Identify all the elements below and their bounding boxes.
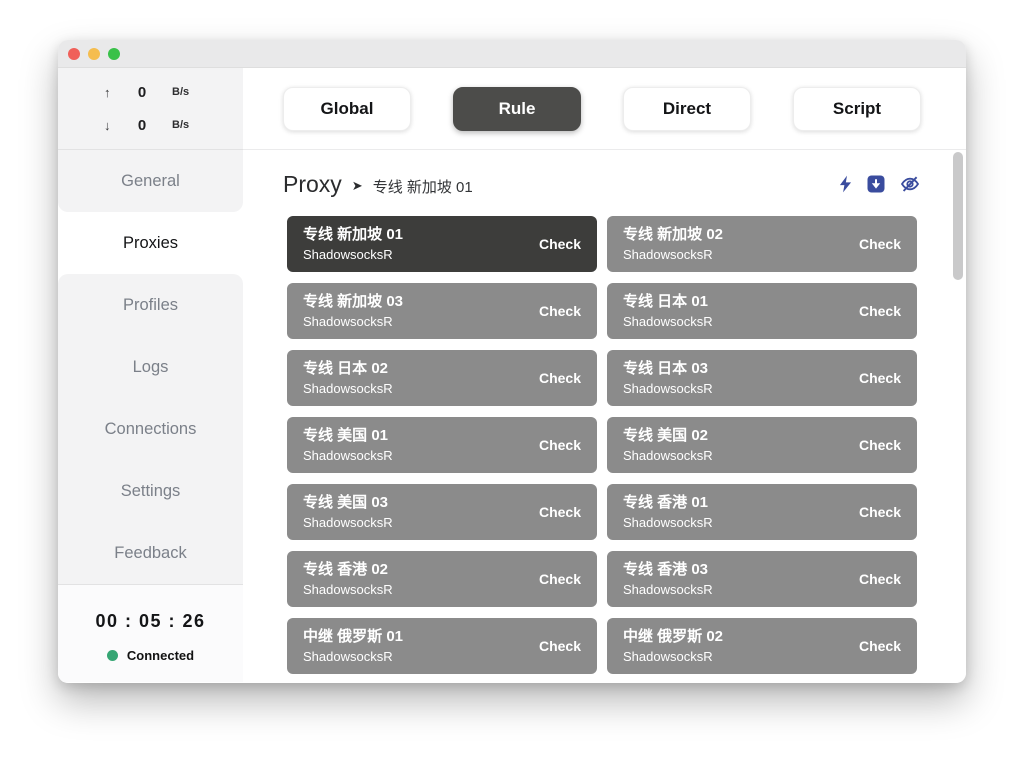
eye-off-icon[interactable]	[900, 175, 920, 193]
download-speed-row: ↓ 0 B/s	[104, 117, 243, 134]
mode-switcher: Global Rule Direct Script	[243, 68, 966, 150]
app-window: ↑ 0 B/s ↓ 0 B/s General Pr	[58, 40, 966, 683]
check-button[interactable]: Check	[859, 437, 901, 453]
check-button[interactable]: Check	[859, 638, 901, 654]
selected-proxy-label: 专线 新加坡 01	[373, 176, 473, 197]
upload-arrow-icon: ↑	[104, 85, 124, 100]
proxy-group-header: Proxy ➤ 专线 新加坡 01	[243, 150, 966, 198]
proxy-card[interactable]: 专线 日本 02 ShadowsocksR Check	[287, 350, 597, 406]
upload-speed-unit: B/s	[172, 86, 189, 98]
proxy-card[interactable]: 专线 美国 02 ShadowsocksR Check	[607, 417, 917, 473]
sidebar-item-label: Logs	[133, 358, 169, 377]
sidebar-item-label: Profiles	[123, 296, 178, 315]
proxy-card[interactable]: 专线 日本 01 ShadowsocksR Check	[607, 283, 917, 339]
sidebar-item[interactable]: General	[58, 150, 243, 212]
scrollbar-thumb[interactable]	[953, 152, 963, 280]
group-title: Proxy	[283, 171, 342, 198]
proxy-card[interactable]: 专线 新加坡 02 ShadowsocksR Check	[607, 216, 917, 272]
sidebar-nav: General Proxies Profiles Logs	[58, 150, 243, 584]
download-arrow-icon: ↓	[104, 118, 124, 133]
minimize-button[interactable]	[88, 48, 100, 60]
check-button[interactable]: Check	[539, 437, 581, 453]
connection-timer: 00 : 05 : 26	[95, 611, 205, 632]
download-speed-unit: B/s	[172, 119, 189, 131]
check-button[interactable]: Check	[859, 370, 901, 386]
window-body: ↑ 0 B/s ↓ 0 B/s General Pr	[58, 68, 966, 682]
sidebar-item-label: General	[121, 172, 180, 191]
check-button[interactable]: Check	[859, 303, 901, 319]
check-button[interactable]: Check	[539, 236, 581, 252]
sidebar-item-label: Settings	[121, 482, 181, 501]
check-button[interactable]: Check	[859, 571, 901, 587]
check-button[interactable]: Check	[539, 303, 581, 319]
status-label: Connected	[127, 648, 194, 663]
proxy-card[interactable]: 专线 香港 03 ShadowsocksR Check	[607, 551, 917, 607]
sidebar-item[interactable]: Feedback	[58, 522, 243, 584]
breadcrumb-arrow-icon: ➤	[352, 178, 363, 194]
check-button[interactable]: Check	[859, 504, 901, 520]
upload-speed-row: ↑ 0 B/s	[104, 84, 243, 101]
sidebar-item[interactable]: Profiles	[58, 274, 243, 336]
close-button[interactable]	[68, 48, 80, 60]
sidebar-item-label: Connections	[105, 420, 197, 439]
mode-button[interactable]: Script	[793, 87, 921, 131]
proxy-card[interactable]: 专线 日本 03 ShadowsocksR Check	[607, 350, 917, 406]
proxy-card[interactable]: 专线 美国 03 ShadowsocksR Check	[287, 484, 597, 540]
proxy-card[interactable]: 专线 新加坡 03 ShadowsocksR Check	[287, 283, 597, 339]
download-speed-value: 0	[124, 117, 160, 134]
proxy-card[interactable]: 专线 香港 01 ShadowsocksR Check	[607, 484, 917, 540]
sidebar-item-label: Proxies	[123, 234, 178, 253]
proxy-card[interactable]: 专线 香港 02 ShadowsocksR Check	[287, 551, 597, 607]
sidebar-footer: 00 : 05 : 26 Connected	[58, 584, 243, 682]
sidebar: ↑ 0 B/s ↓ 0 B/s General Pr	[58, 68, 243, 682]
upload-speed-value: 0	[124, 84, 160, 101]
main-content: Global Rule Direct Script Proxy ➤ 专线 新加坡…	[243, 68, 966, 682]
mode-button[interactable]: Global	[283, 87, 411, 131]
proxy-card[interactable]: 专线 新加坡 01 ShadowsocksR Check	[287, 216, 597, 272]
mode-button[interactable]: Rule	[453, 87, 581, 131]
traffic-speed-panel: ↑ 0 B/s ↓ 0 B/s	[58, 68, 243, 150]
connection-status: Connected	[107, 648, 194, 663]
check-button[interactable]: Check	[539, 638, 581, 654]
proxy-card[interactable]: 专线 美国 01 ShadowsocksR Check	[287, 417, 597, 473]
sidebar-item[interactable]: Logs	[58, 336, 243, 398]
check-button[interactable]: Check	[539, 504, 581, 520]
zoom-button[interactable]	[108, 48, 120, 60]
proxy-card[interactable]: 中继 俄罗斯 01 ShadowsocksR Check	[287, 618, 597, 674]
status-dot-icon	[107, 650, 118, 661]
check-button[interactable]: Check	[539, 571, 581, 587]
proxy-card[interactable]: 中继 俄罗斯 02 ShadowsocksR Check	[607, 618, 917, 674]
check-button[interactable]: Check	[539, 370, 581, 386]
sidebar-item[interactable]: Proxies	[58, 212, 243, 274]
sidebar-item[interactable]: Settings	[58, 460, 243, 522]
titlebar	[58, 40, 966, 68]
mode-button[interactable]: Direct	[623, 87, 751, 131]
header-icon-toolbar	[839, 175, 920, 193]
lightning-bolt-icon[interactable]	[839, 175, 852, 193]
sidebar-item-label: Feedback	[114, 544, 186, 563]
check-button[interactable]: Check	[859, 236, 901, 252]
sidebar-item[interactable]: Connections	[58, 398, 243, 460]
proxy-card-grid: 专线 新加坡 01 ShadowsocksR Check 专线 新加坡 02 S…	[243, 198, 966, 674]
box-down-arrow-icon[interactable]	[867, 175, 885, 193]
